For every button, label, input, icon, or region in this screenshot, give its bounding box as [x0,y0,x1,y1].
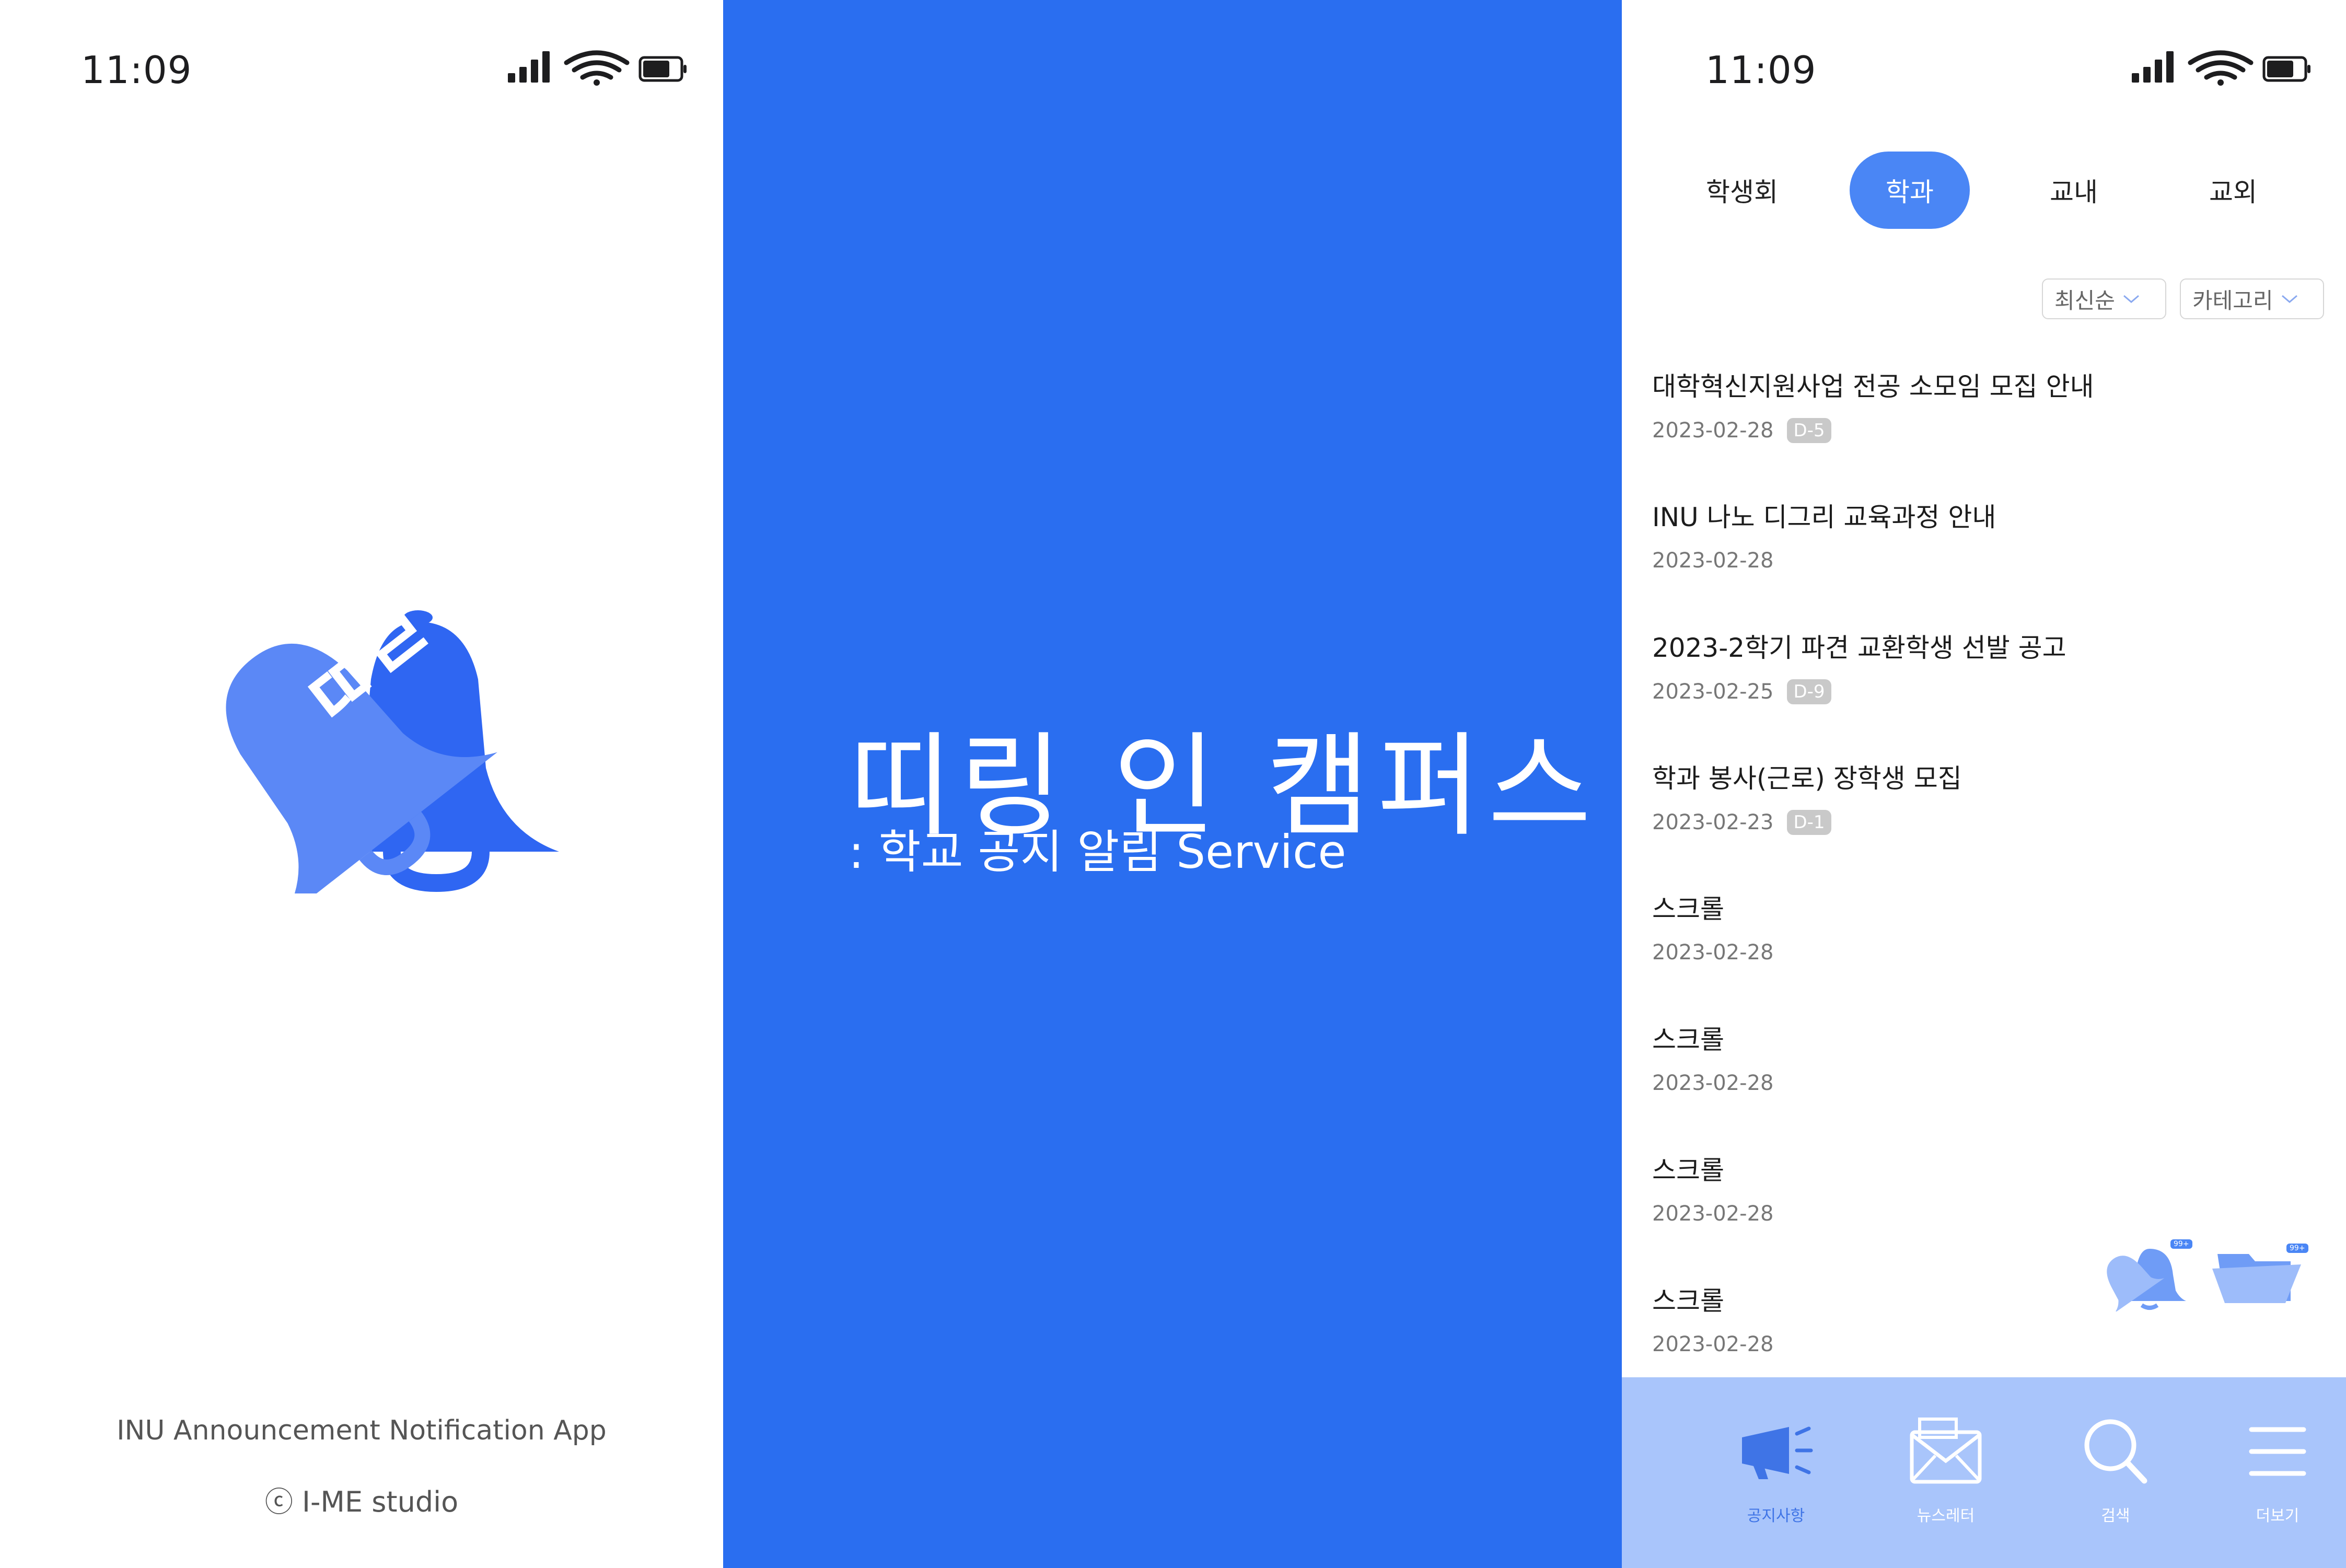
app-subtitle: : 학교 공지 알림 Service [849,825,1346,879]
notice-date: 2023-02-28 [1652,940,1774,965]
sort-dropdown[interactable]: 최신순 [2042,278,2166,319]
wifi-icon [564,50,630,80]
mail-icon [1910,1418,1982,1484]
signal-icon [508,51,550,83]
notice-date: 2023-02-28 [1652,1202,1774,1226]
tab-off-campus[interactable]: 교외 [2178,152,2288,229]
wifi-icon [2188,50,2254,80]
list-item-title[interactable]: 스크롤 [1652,1280,1724,1318]
nav-more[interactable]: 더보기 [2210,1377,2345,1568]
nav-notices[interactable]: 공지사항 [1708,1377,1844,1568]
list-item-title[interactable]: 2023-2학기 파견 교환학생 선발 공고 [1652,627,2066,665]
list-item-title[interactable]: 학과 봉사(근로) 장학생 모집 [1652,758,1962,795]
category-label: 카테고리 [2192,287,2273,313]
list-item-meta: 2023-02-23 D-1 [1652,810,1831,835]
bell-logo-icon: ㄸㄹ [157,587,564,920]
status-icons [508,48,688,86]
list-item-meta: 2023-02-28 [1652,549,1773,573]
title-screen: 띠링 인 캠퍼스 : 학교 공지 알림 Service [723,0,1622,1568]
tab-student-council[interactable]: 학생회 [1687,152,1797,229]
list-item-title[interactable]: INU 나노 디그리 교육과정 안내 [1652,496,1996,534]
status-time: 11:09 [81,48,192,92]
category-dropdown[interactable]: 카테고리 [2180,278,2324,319]
chevron-down-icon [2123,295,2139,303]
nav-label: 더보기 [2256,1507,2299,1525]
nav-newsletter[interactable]: 뉴스레터 [1878,1377,2014,1568]
dday-badge: D-9 [1787,679,1831,704]
list-item-meta: 2023-02-28 [1652,940,1773,965]
list-item-title[interactable]: 스크롤 [1652,1019,1724,1056]
list-item-meta: 2023-02-28 [1652,1202,1773,1226]
floating-folder-button[interactable]: 99+ [2207,1238,2312,1311]
bell-count-badge: 99+ [2170,1239,2192,1249]
notice-date: 2023-02-25 [1652,680,1774,704]
studio-name: I-ME studio [302,1485,459,1518]
list-item-meta: 2023-02-25 D-9 [1652,679,1831,704]
list-item-meta: 2023-02-28 D-5 [1652,418,1831,443]
floating-bell-button[interactable]: 99+ [2092,1233,2192,1313]
megaphone-icon [1742,1426,1813,1479]
dday-badge: D-5 [1787,418,1831,443]
list-item-meta: 2023-02-28 [1652,1071,1773,1095]
menu-icon [2249,1427,2306,1476]
list-item-meta: 2023-02-28 [1652,1332,1773,1356]
folder-count-badge: 99+ [2286,1244,2308,1253]
battery-icon [2262,56,2310,82]
battery-icon [638,56,687,82]
copyright-line: ⓒ I-ME studio [0,1479,723,1520]
nav-label: 검색 [2101,1507,2130,1525]
notice-list-screen: 11:09 학생회 학과 교내 교외 최신순 카테고리 대학혁신지원사업 전공 … [1622,0,2346,1568]
chevron-down-icon [2281,295,2297,303]
tab-on-campus[interactable]: 교내 [2019,152,2129,229]
list-item-title[interactable]: 대학혁신지원사업 전공 소모임 모집 안내 [1652,366,2094,403]
sort-label: 최신순 [2054,287,2115,313]
bottom-nav: 공지사항 뉴스레터 검색 더보기 [1622,1377,2346,1568]
notice-date: 2023-02-28 [1652,1332,1774,1356]
status-time: 11:09 [1705,48,1817,92]
list-item-title[interactable]: 스크롤 [1652,888,1724,926]
search-icon [2084,1419,2147,1484]
notice-date: 2023-02-28 [1652,1071,1774,1095]
app-description: INU Announcement Notification App [117,1415,607,1446]
notice-date: 2023-02-23 [1652,810,1774,834]
nav-search[interactable]: 검색 [2048,1377,2184,1568]
nav-label: 뉴스레터 [1917,1507,1975,1525]
dday-badge: D-1 [1787,810,1831,835]
tab-department[interactable]: 학과 [1850,152,1970,229]
signal-icon [2132,51,2174,83]
notice-date: 2023-02-28 [1652,549,1774,573]
copyright-symbol: ⓒ [264,1485,293,1518]
status-icons [2132,48,2312,86]
notice-date: 2023-02-28 [1652,419,1774,443]
splash-screen: 11:09 ㄸㄹ INU Announcement Notification A… [0,0,723,1568]
list-item-title[interactable]: 스크롤 [1652,1149,1724,1187]
nav-label: 공지사항 [1747,1507,1805,1525]
